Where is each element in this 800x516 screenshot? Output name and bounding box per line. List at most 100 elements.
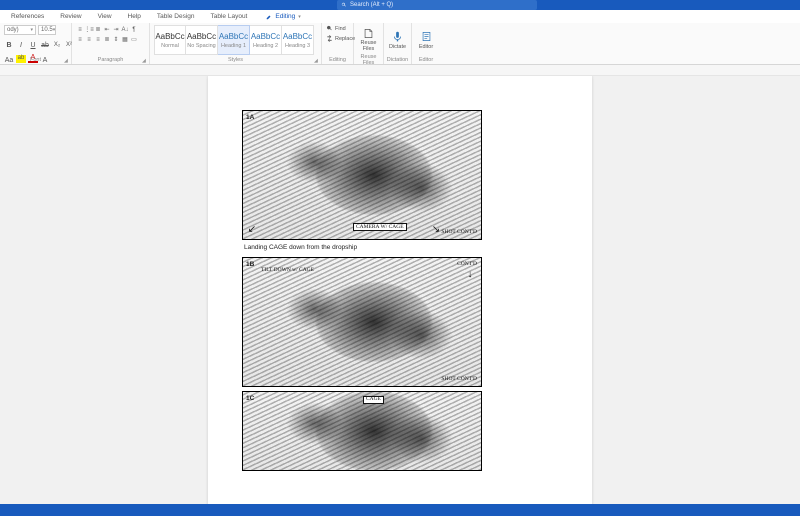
style-name: Heading 3 bbox=[285, 43, 310, 49]
styles-gallery[interactable]: AaBbCc Normal AaBbCc No Spacing AaBbCc H… bbox=[154, 25, 314, 55]
chevron-down-icon: ▾ bbox=[298, 14, 301, 20]
style-name: No Spacing bbox=[187, 43, 215, 49]
justify-button[interactable]: ≣ bbox=[103, 35, 111, 44]
subscript-button[interactable]: X₂ bbox=[52, 40, 62, 50]
group-label-editor: Editor bbox=[416, 56, 436, 64]
panel-caption: Landing CAGE down from the dropship bbox=[244, 244, 558, 251]
group-editor: Editor Editor bbox=[412, 23, 440, 64]
reuse-files-label: Reuse Files bbox=[358, 41, 379, 52]
chevron-down-icon: ▾ bbox=[30, 27, 33, 33]
find-button[interactable]: Find bbox=[326, 25, 346, 32]
editing-mode-button[interactable]: Editing ▾ bbox=[266, 13, 300, 20]
status-bar bbox=[0, 504, 800, 516]
arrow-down-icon: ↓ bbox=[465, 270, 475, 280]
find-label: Find bbox=[335, 26, 346, 32]
page: 1A ↙ ↘ CAMERA W/ CAGE SHOT CONT'D Landin… bbox=[208, 76, 592, 516]
storyboard-panel-1c: 1C CAGE bbox=[242, 391, 482, 471]
replace-button[interactable]: Replace bbox=[326, 35, 355, 42]
sketch-art bbox=[243, 111, 481, 239]
replace-icon bbox=[326, 35, 333, 42]
sort-button[interactable]: A↓ bbox=[121, 25, 129, 34]
font-size-combo[interactable]: 10.5 ▾ bbox=[38, 25, 56, 35]
storyboard-panel-1a: 1A ↙ ↘ CAMERA W/ CAGE SHOT CONT'D bbox=[242, 110, 482, 240]
group-styles: AaBbCc Normal AaBbCc No Spacing AaBbCc H… bbox=[150, 23, 322, 64]
arrow-down-left-icon: ↙ bbox=[247, 225, 257, 235]
dictate-button[interactable]: Dictate bbox=[388, 25, 407, 55]
camera-tag: CAMERA W/ CAGE bbox=[353, 223, 407, 231]
editor-label: Editor bbox=[419, 44, 433, 50]
group-label-dictate: Dictation bbox=[388, 56, 407, 64]
shading-button[interactable]: ▦ bbox=[121, 35, 129, 44]
dialog-launcher-icon[interactable]: ◢ bbox=[64, 58, 69, 63]
style-sample: AaBbCc bbox=[219, 32, 248, 41]
reuse-files-button[interactable]: Reuse Files bbox=[358, 25, 379, 55]
storyboard-panel-1b: 1B TILT DOWN w/ CAGE CONT'D ↓ SHOT CONT'… bbox=[242, 257, 482, 387]
tab-review[interactable]: Review bbox=[57, 12, 84, 21]
font-size-value: 10.5 bbox=[41, 27, 53, 33]
decrease-indent-button[interactable]: ⇤ bbox=[103, 25, 111, 34]
search-placeholder: Search (Alt + Q) bbox=[350, 2, 393, 8]
reuse-files-icon bbox=[363, 28, 374, 39]
search-icon bbox=[341, 2, 347, 8]
contd-tag: CONT'D bbox=[457, 261, 477, 267]
ribbon: ody) ▾ 10.5 ▾ B I U ab X₂ X² bbox=[0, 23, 800, 65]
shot-contd-tag: SHOT CONT'D bbox=[441, 377, 477, 383]
tilt-down-tag: TILT DOWN w/ CAGE bbox=[261, 268, 314, 274]
dictate-label: Dictate bbox=[389, 44, 406, 50]
editor-button[interactable]: Editor bbox=[416, 25, 436, 55]
tab-help[interactable]: Help bbox=[125, 12, 144, 21]
panel-number: 1C bbox=[246, 395, 254, 402]
group-label-editing: Editing bbox=[326, 56, 349, 64]
tab-references[interactable]: References bbox=[8, 12, 47, 21]
style-heading-3[interactable]: AaBbCc Heading 3 bbox=[282, 25, 314, 55]
dialog-launcher-icon[interactable]: ◢ bbox=[142, 58, 147, 63]
show-marks-button[interactable]: ¶ bbox=[130, 25, 138, 34]
font-name-combo[interactable]: ody) ▾ bbox=[4, 25, 36, 35]
align-right-button[interactable]: ≡ bbox=[94, 35, 102, 44]
numbering-button[interactable]: ⋮≡ bbox=[85, 25, 93, 34]
shot-contd-tag: SHOT CONT'D bbox=[441, 230, 477, 236]
align-center-button[interactable]: ≡ bbox=[85, 35, 93, 44]
group-label-styles: Styles bbox=[154, 56, 317, 64]
style-sample: AaBbCc bbox=[155, 32, 184, 41]
strike-button[interactable]: ab bbox=[40, 40, 50, 50]
group-label-reuse: Reuse Files bbox=[358, 56, 379, 64]
document-canvas[interactable]: 1A ↙ ↘ CAMERA W/ CAGE SHOT CONT'D Landin… bbox=[0, 76, 800, 516]
editing-mode-label: Editing bbox=[275, 13, 295, 20]
style-normal[interactable]: AaBbCc Normal bbox=[154, 25, 186, 55]
tab-view[interactable]: View bbox=[95, 12, 115, 21]
underline-button[interactable]: U bbox=[28, 40, 38, 50]
style-sample: AaBbCc bbox=[251, 32, 280, 41]
style-sample: AaBbCc bbox=[187, 32, 216, 41]
ribbon-tabs: References Review View Help Table Design… bbox=[0, 10, 800, 23]
style-heading-1[interactable]: AaBbCc Heading 1 bbox=[218, 25, 250, 55]
multilevel-button[interactable]: ≣ bbox=[94, 25, 102, 34]
italic-button[interactable]: I bbox=[16, 40, 26, 50]
group-reuse-files: Reuse Files Reuse Files bbox=[354, 23, 384, 64]
style-name: Normal bbox=[161, 43, 179, 49]
style-heading-2[interactable]: AaBbCc Heading 2 bbox=[250, 25, 282, 55]
bullets-button[interactable]: ≡ bbox=[76, 25, 84, 34]
search-icon bbox=[326, 25, 333, 32]
increase-indent-button[interactable]: ⇥ bbox=[112, 25, 120, 34]
style-no-spacing[interactable]: AaBbCc No Spacing bbox=[186, 25, 218, 55]
tab-table-layout[interactable]: Table Layout bbox=[208, 12, 251, 21]
sketch-art bbox=[243, 392, 481, 470]
group-label-paragraph: Paragraph bbox=[76, 56, 145, 64]
line-spacing-button[interactable]: ⇕ bbox=[112, 35, 120, 44]
bold-button[interactable]: B bbox=[4, 40, 14, 50]
sketch-art bbox=[243, 258, 481, 386]
search-box[interactable]: Search (Alt + Q) bbox=[337, 0, 537, 10]
panel-number: 1A bbox=[246, 114, 254, 121]
tab-table-design[interactable]: Table Design bbox=[154, 12, 198, 21]
horizontal-ruler[interactable] bbox=[0, 65, 800, 76]
style-name: Heading 1 bbox=[221, 43, 246, 49]
align-left-button[interactable]: ≡ bbox=[76, 35, 84, 44]
chevron-down-icon: ▾ bbox=[53, 27, 56, 33]
borders-button[interactable]: ▭ bbox=[130, 35, 138, 44]
panel-number: 1B bbox=[246, 261, 254, 268]
cage-callout: CAGE bbox=[363, 396, 384, 404]
font-name-value: ody) bbox=[7, 27, 19, 33]
group-font: ody) ▾ 10.5 ▾ B I U ab X₂ X² bbox=[0, 23, 72, 64]
dialog-launcher-icon[interactable]: ◢ bbox=[314, 58, 319, 63]
